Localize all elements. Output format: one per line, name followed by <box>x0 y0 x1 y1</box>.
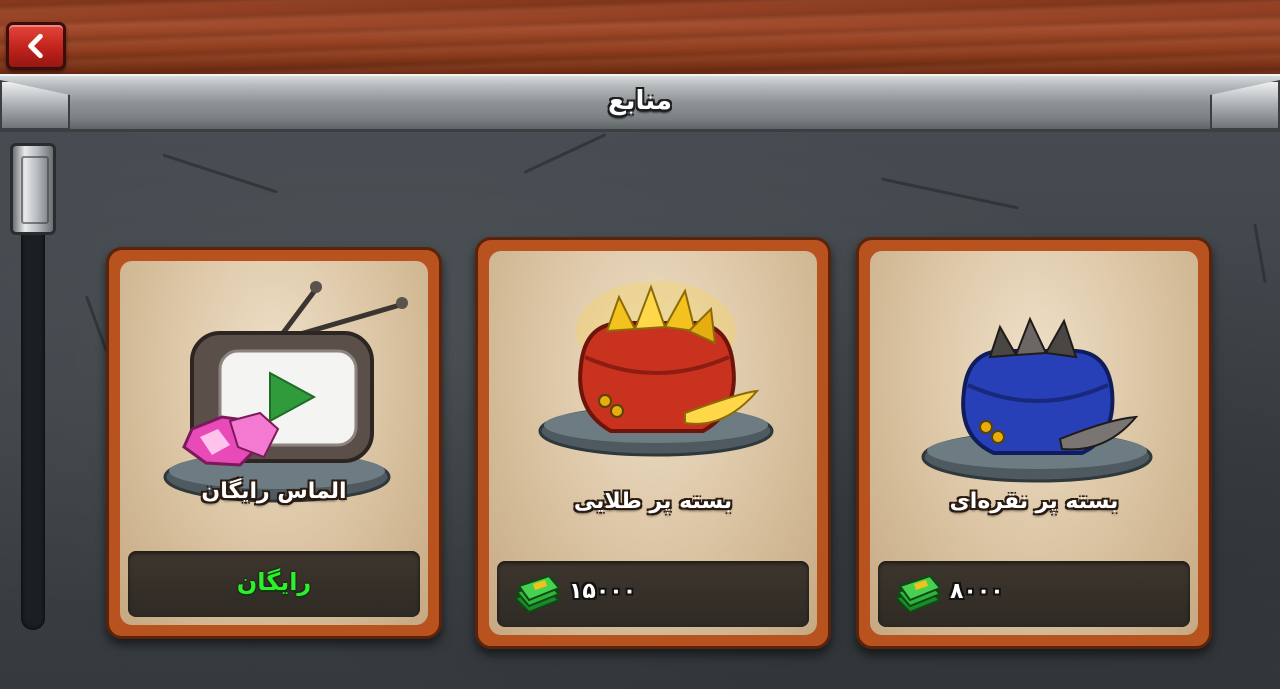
tv-gem-icon <box>163 281 408 503</box>
shop-item-free-diamonds[interactable]: الماس رایگان رایگان <box>106 247 442 639</box>
cash-icon <box>513 574 561 614</box>
cash-icon <box>894 574 942 614</box>
silver-feather-bag-icon <box>921 316 1153 483</box>
page-title: منابع <box>608 86 672 116</box>
item-price: ۱۵۰۰۰ <box>569 579 637 604</box>
shop-item-gold-feather-pack[interactable]: بسته پر طلایی ۱۵۰۰۰ <box>475 237 831 649</box>
item-name: الماس رایگان <box>201 479 347 504</box>
price-bar[interactable]: ۱۵۰۰۰ <box>497 561 809 627</box>
price-bar: رایگان <box>128 551 420 617</box>
title-bar: منابع <box>0 74 1280 132</box>
item-price: ۸۰۰۰ <box>950 579 1004 604</box>
shop-item-silver-feather-pack[interactable]: بسته پر نقره‌ای ۸۰۰۰ <box>856 237 1212 649</box>
item-name: بسته پر طلایی <box>573 489 733 514</box>
item-name: بسته پر نقره‌ای <box>949 489 1119 514</box>
wood-header <box>0 0 1280 77</box>
chevron-left-icon <box>28 33 43 59</box>
gold-feather-bag-icon <box>538 281 774 457</box>
scrollbar-thumb[interactable] <box>10 143 56 235</box>
free-price-label: رایگان <box>236 568 312 596</box>
back-button[interactable] <box>6 22 66 70</box>
price-bar[interactable]: ۸۰۰۰ <box>878 561 1190 627</box>
